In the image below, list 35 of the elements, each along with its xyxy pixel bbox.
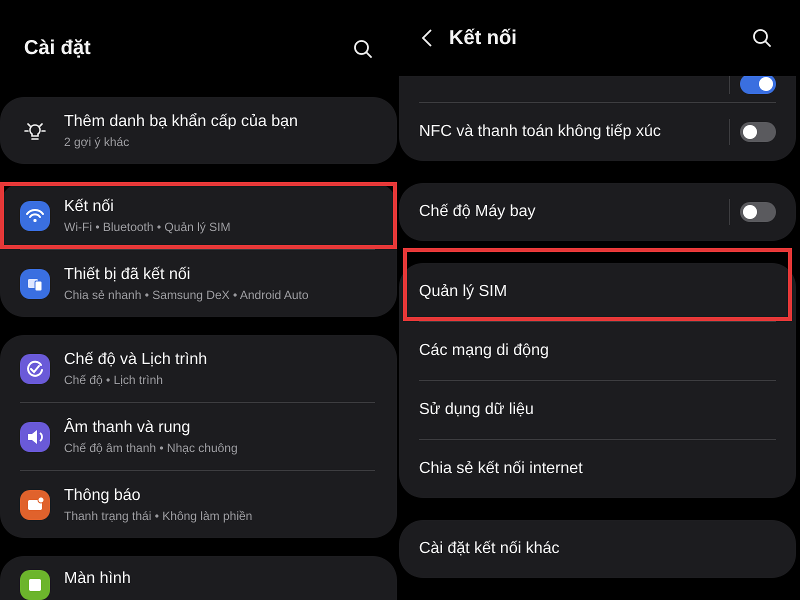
item-title: Chế độ và Lịch trình (64, 350, 208, 368)
setting-label: Chế độ Máy bay (419, 203, 537, 221)
item-title: Âm thanh và rung (64, 418, 192, 436)
highlighted-settings-item[interactable]: Quản lý SIM (403, 248, 792, 321)
settings-item[interactable]: Sử dụng dữ liệu (419, 380, 776, 439)
item-title: Thông báo (64, 486, 142, 504)
settings-item[interactable]: Chia sẻ kết nối internet (419, 439, 776, 498)
settings-item[interactable]: Cài đặt kết nối khác (419, 520, 776, 578)
settings-item[interactable]: Thiết bị đã kết nối Chia sẻ nhanh • Samsung DeX • Android Auto (20, 249, 375, 317)
settings-item[interactable]: Âm thanh và rung Chế độ âm thanh • Nhạc chuông (20, 402, 375, 470)
toggle-switch[interactable] (740, 76, 776, 94)
item-subtitle: Chế độ • Lịch trình (64, 372, 164, 386)
back-button[interactable] (421, 28, 433, 48)
item-subtitle: 2 gợi ý khác (64, 134, 130, 148)
item-subtitle: Chia sẻ nhanh • Samsung DeX • Android Auto (64, 288, 310, 302)
search-icon[interactable] (353, 38, 373, 58)
screen-title: Kết nối (449, 26, 518, 50)
item-title: Màn hình (64, 570, 132, 588)
toggle-switch[interactable] (740, 202, 776, 222)
setting-label: NFC và thanh toán không tiếp xúc (419, 123, 662, 141)
screen-title: Cài đặt (24, 37, 92, 60)
toggle-switch[interactable] (740, 122, 776, 142)
item-title: Thêm danh bạ khẩn cấp của bạn (64, 112, 299, 130)
item-subtitle: Chế độ âm thanh • Nhạc chuông (64, 440, 239, 454)
item-subtitle: Thanh trạng thái • Không làm phiền (64, 508, 254, 522)
settings-item[interactable]: Thông báo Thanh trạng thái • Không làm phiền (20, 470, 375, 538)
settings-item[interactable]: Các mạng di động (419, 321, 776, 380)
settings-item[interactable]: Thêm danh bạ khẩn cấp của bạn 2 gợi ý khác (20, 97, 375, 164)
highlighted-settings-item[interactable]: Kết nối Wi-Fi • Bluetooth • Quản lý SIM (0, 182, 397, 249)
item-title: Kết nối (64, 198, 115, 216)
settings-item[interactable]: Chế độ và Lịch trình Chế độ • Lịch trình (20, 335, 375, 402)
item-subtitle: Wi-Fi • Bluetooth • Quản lý SIM (64, 220, 232, 234)
item-title: Thiết bị đã kết nối (64, 266, 192, 284)
settings-item[interactable]: Màn hình (20, 556, 375, 600)
search-icon[interactable] (752, 28, 772, 48)
